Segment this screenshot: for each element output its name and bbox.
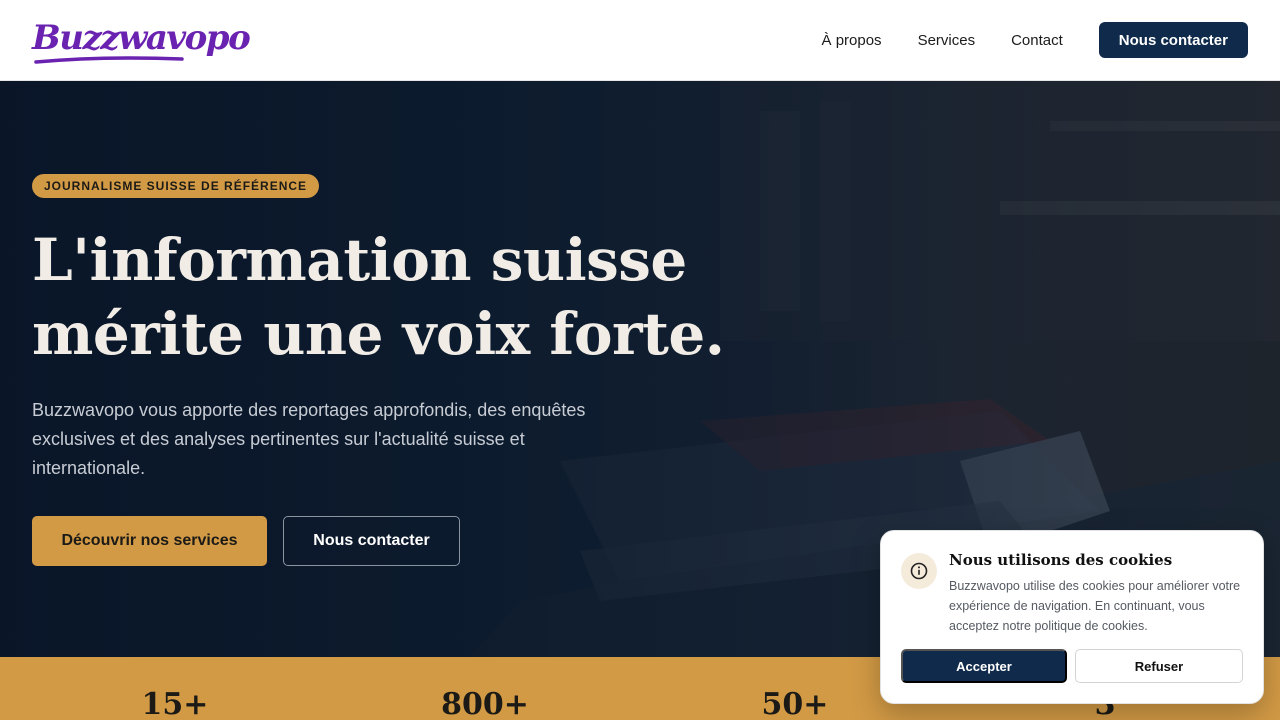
cookie-accept-button[interactable]: Accepter (901, 649, 1067, 683)
brand-logo[interactable]: Buzzwavopo (32, 18, 251, 64)
logo-swoosh-icon (34, 56, 184, 64)
hero-description: Buzzwavopo vous apporte des reportages a… (32, 400, 586, 478)
hero-title-line-1: L'information suisse (32, 226, 687, 294)
stat-value-3: 50+ (761, 687, 829, 720)
nav-link-services[interactable]: Services (918, 32, 976, 49)
discover-services-button[interactable]: Découvrir nos services (32, 516, 267, 566)
nav-link-contact[interactable]: Contact (1011, 32, 1063, 49)
cookie-text: Buzzwavopo utilise des cookies pour amél… (949, 579, 1241, 633)
site-header: Buzzwavopo À propos Services Contact Nou… (0, 0, 1280, 81)
stat-value-2: 800+ (441, 687, 529, 720)
stat-value-1: 15+ (141, 687, 209, 720)
info-icon (901, 553, 937, 589)
hero-title-line-2: mérite une voix forte. (32, 300, 725, 368)
hero-contact-button[interactable]: Nous contacter (283, 516, 460, 566)
hero-title: L'information suisse mérite une voix for… (32, 223, 752, 371)
cookie-refuse-button[interactable]: Refuser (1075, 649, 1243, 683)
brand-logo-text: Buzzwavopo (32, 18, 251, 58)
hero-badge: JOURNALISME SUISSE DE RÉFÉRENCE (32, 174, 320, 198)
header-contact-button[interactable]: Nous contacter (1098, 22, 1248, 58)
cookie-banner: Nous utilisons des cookies Buzzwavopo ut… (880, 530, 1264, 704)
cookie-title: Nous utilisons des cookies (949, 551, 1173, 569)
nav-link-about[interactable]: À propos (822, 32, 882, 49)
main-nav: À propos Services Contact Nous contacter (822, 22, 1248, 58)
